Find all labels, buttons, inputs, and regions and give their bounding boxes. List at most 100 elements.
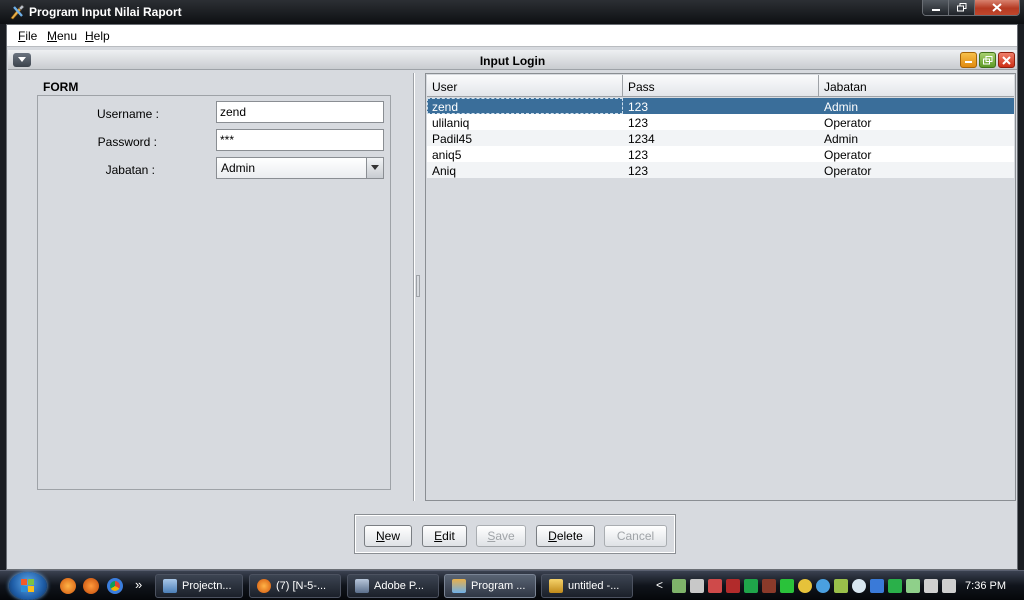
frame-title: Input Login <box>479 54 546 68</box>
tray-app-icon[interactable] <box>834 579 848 593</box>
jabatan-selected-value: Admin <box>221 161 256 175</box>
tray-app-icon[interactable] <box>816 579 830 593</box>
close-icon <box>992 3 1002 12</box>
username-input[interactable] <box>216 101 384 123</box>
media-player-icon[interactable] <box>83 578 99 594</box>
cell-user: Aniq <box>432 164 457 178</box>
internal-frame-titlebar: Input Login <box>8 50 1017 70</box>
taskbar-item-projectn[interactable]: Projectn... <box>155 574 243 598</box>
cancel-button-label: Cancel <box>616 529 655 543</box>
cell-jabatan: Operator <box>824 148 872 162</box>
tray-network-icon[interactable] <box>906 579 920 593</box>
column-header-jabatan[interactable]: Jabatan <box>819 75 1014 97</box>
window-client-area: File Menu Help Input Login FORM Username… <box>6 24 1018 570</box>
cell-pass: 123 <box>628 100 649 114</box>
tray-app-icon[interactable] <box>852 579 866 593</box>
menu-file[interactable]: File <box>18 29 37 43</box>
form-panel <box>37 95 391 490</box>
taskbar-item-label: Adobe P... <box>374 580 424 592</box>
tray-app-icon[interactable] <box>708 579 722 593</box>
jabatan-label: Jabatan : <box>105 163 155 177</box>
cell-user: aniq5 <box>432 148 462 162</box>
minimize-icon <box>965 61 972 63</box>
firefox-icon[interactable] <box>60 578 76 594</box>
cancel-button[interactable]: Cancel <box>604 525 667 547</box>
frame-controls <box>960 52 1015 68</box>
frame-maximize-button[interactable] <box>979 52 996 68</box>
table-row[interactable]: Padil45 1234 Admin <box>427 130 1014 146</box>
menu-menu[interactable]: Menu <box>47 29 77 43</box>
action-button-bar: New Edit Save Delete Cancel <box>354 514 676 554</box>
tray-network-icon[interactable] <box>672 579 686 593</box>
tray-volume-icon[interactable] <box>924 579 938 593</box>
split-pane-divider[interactable] <box>413 73 415 501</box>
table-row[interactable]: ulilaniq 123 Operator <box>427 114 1014 130</box>
table-header: User Pass Jabatan <box>427 75 1014 97</box>
cell-pass: 1234 <box>628 132 655 146</box>
cell-jabatan: Admin <box>824 100 859 114</box>
frame-close-button[interactable] <box>998 52 1015 68</box>
jabatan-select[interactable]: Admin <box>216 157 384 179</box>
split-pane-handle[interactable] <box>416 275 420 297</box>
form-legend: FORM <box>41 80 81 94</box>
tray-expand-icon[interactable]: < <box>656 578 663 592</box>
window-minimize-button[interactable] <box>923 0 949 15</box>
new-button-label: New <box>375 529 400 543</box>
column-header-user[interactable]: User <box>427 75 623 97</box>
taskbar-clock[interactable]: 7:36 PM <box>965 580 1006 592</box>
window-restore-button[interactable] <box>949 0 975 15</box>
window-controls <box>922 0 1020 16</box>
column-header-pass[interactable]: Pass <box>623 75 819 97</box>
netbeans-icon <box>163 579 177 593</box>
tray-app-icon[interactable] <box>780 579 794 593</box>
taskbar: » Projectn... (7) [N-5-... Adobe P... Pr… <box>0 570 1024 600</box>
password-input[interactable] <box>216 129 384 151</box>
chevron-down-icon <box>371 165 379 170</box>
taskbar-item-program[interactable]: Program ... <box>444 574 536 598</box>
save-button[interactable]: Save <box>476 525 526 547</box>
delete-button[interactable]: Delete <box>536 525 595 547</box>
tray-app-icon[interactable] <box>798 579 812 593</box>
frame-minimize-button[interactable] <box>960 52 977 68</box>
cell-user: Padil45 <box>432 132 473 146</box>
cell-pass: 123 <box>628 148 649 162</box>
start-button[interactable] <box>9 572 47 600</box>
window-close-button[interactable] <box>975 0 1019 15</box>
taskbar-item-adobe[interactable]: Adobe P... <box>347 574 439 598</box>
cell-pass: 123 <box>628 116 649 130</box>
cell-jabatan: Admin <box>824 132 859 146</box>
username-label: Username : <box>96 107 159 121</box>
edit-button[interactable]: Edit <box>422 525 467 547</box>
tray-app-icon[interactable] <box>888 579 902 593</box>
tray-app-icon[interactable] <box>870 579 884 593</box>
tray-app-icon[interactable] <box>690 579 704 593</box>
windows-logo-icon <box>21 579 34 592</box>
delete-button-label: Delete <box>548 529 583 543</box>
jabatan-dropdown-button[interactable] <box>366 158 383 178</box>
window-title: Program Input Nilai Raport <box>29 5 182 19</box>
app-icon <box>452 579 466 593</box>
quicklaunch-overflow-icon[interactable]: » <box>135 577 142 592</box>
tray-app-icon[interactable] <box>744 579 758 593</box>
firefox-icon <box>257 579 271 593</box>
save-button-label: Save <box>487 529 515 543</box>
app-icon <box>10 4 25 20</box>
cell-user: ulilaniq <box>432 116 470 130</box>
cell-pass: 123 <box>628 164 649 178</box>
table-body: zend 123 Admin ulilaniq 123 Operator Pad… <box>427 98 1014 178</box>
taskbar-item-label: untitled -... <box>568 580 620 592</box>
tray-app-icon[interactable] <box>726 579 740 593</box>
taskbar-item-browser[interactable]: (7) [N-5-... <box>249 574 341 598</box>
table-row[interactable]: zend 123 Admin <box>427 98 1014 114</box>
table-row[interactable]: Aniq 123 Operator <box>427 162 1014 178</box>
table-row[interactable]: aniq5 123 Operator <box>427 146 1014 162</box>
cell-jabatan: Operator <box>824 116 872 130</box>
chrome-icon[interactable] <box>107 578 123 594</box>
close-icon <box>1002 55 1011 65</box>
tray-battery-icon[interactable] <box>942 579 956 593</box>
new-button[interactable]: New <box>364 525 412 547</box>
taskbar-item-untitled[interactable]: untitled -... <box>541 574 633 598</box>
menu-help[interactable]: Help <box>85 29 110 43</box>
tray-app-icon[interactable] <box>762 579 776 593</box>
adobe-icon <box>355 579 369 593</box>
